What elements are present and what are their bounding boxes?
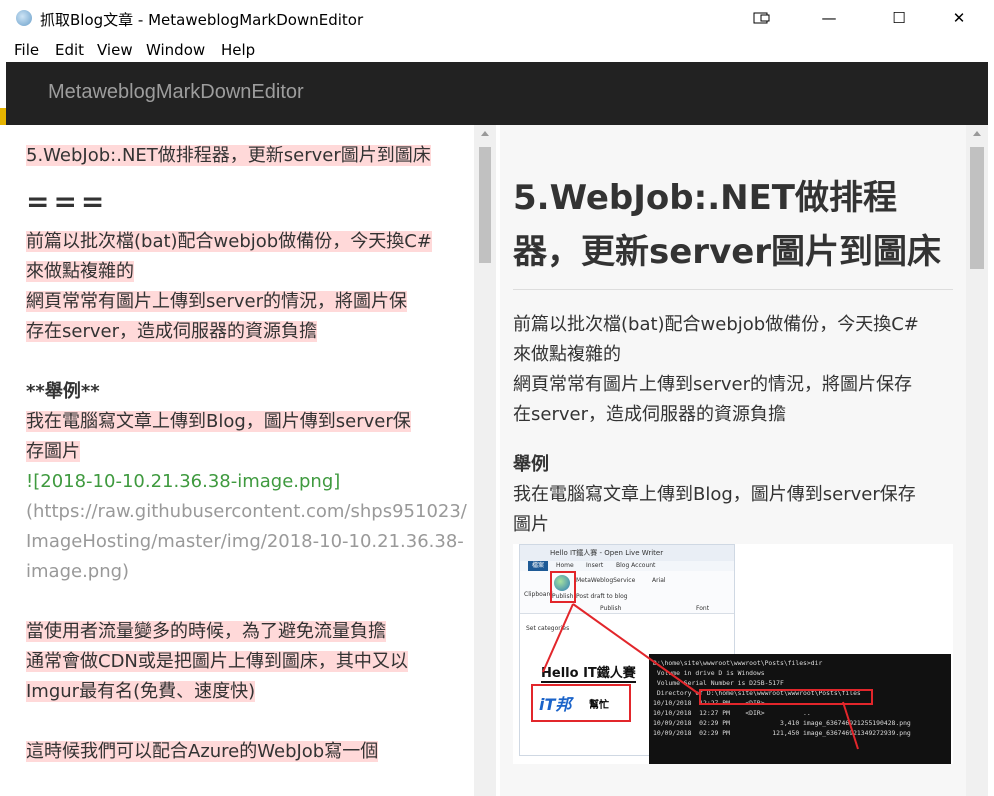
editor-line: 存圖片 bbox=[26, 441, 80, 462]
preview-line: 圖片 bbox=[513, 514, 549, 535]
app-navbar: MetaweblogMarkDownEditor bbox=[6, 62, 988, 125]
menu-edit[interactable]: Edit bbox=[55, 41, 84, 59]
menu-view[interactable]: View bbox=[97, 41, 133, 59]
preview-line: 網頁常常有圖片上傳到server的情況，將圖片保存 bbox=[513, 374, 912, 395]
editor-line: 通常會做CDN或是把圖片上傳到圖床，其中又以 bbox=[26, 651, 408, 672]
app-icon bbox=[16, 10, 32, 26]
menu-window[interactable]: Window bbox=[146, 41, 205, 59]
preview-line: 在server，造成伺服器的資源負擔 bbox=[513, 404, 786, 425]
editor-scroll-thumb[interactable] bbox=[479, 147, 491, 263]
editor-line: 我在電腦寫文章上傳到Blog，圖片傳到server保 bbox=[26, 411, 411, 432]
preview-bold-heading: 舉例 bbox=[513, 454, 549, 475]
editor-scrollbar[interactable] bbox=[474, 125, 496, 796]
editor-line: 前篇以批次檔(bat)配合webjob做備份，今天換C# bbox=[26, 231, 432, 252]
editor-image-url: ImageHosting/master/img/2018-10-10.21.36… bbox=[26, 531, 464, 552]
editor-line: 這時候我們可以配合Azure的WebJob寫一個 bbox=[26, 741, 379, 762]
close-button[interactable]: ✕ bbox=[936, 0, 982, 36]
editor-line: Imgur最有名(免費、速度快) bbox=[26, 681, 256, 702]
scroll-up-icon[interactable] bbox=[973, 131, 981, 136]
menu-help[interactable]: Help bbox=[221, 41, 255, 59]
preview-scrollbar[interactable] bbox=[966, 125, 988, 796]
preview-scroll-thumb[interactable] bbox=[970, 147, 984, 269]
editor-line: 來做點複雜的 bbox=[26, 261, 134, 282]
window-titlebar: 抓取Blog文章 - MetaweblogMarkDownEditor — ☐ … bbox=[0, 0, 994, 36]
menubar: File Edit View Window Help bbox=[0, 36, 994, 62]
left-edge-accent bbox=[0, 108, 6, 125]
editor-line: 存在server，造成伺服器的資源負擔 bbox=[26, 321, 317, 342]
preview-content: 5.WebJob:.NET做排程器，更新server圖片到圖床 前篇以批次檔(b… bbox=[513, 171, 953, 764]
tablet-mode-icon[interactable] bbox=[740, 0, 784, 36]
editor-line: 網頁常常有圖片上傳到server的情況，將圖片保 bbox=[26, 291, 407, 312]
editor-image-url: (https://raw.githubusercontent.com/shps9… bbox=[26, 501, 467, 522]
editor-heading-marker: === bbox=[26, 185, 109, 218]
editor-text[interactable]: 5.WebJob:.NET做排程器，更新server圖片到圖床 === 前篇以批… bbox=[26, 141, 467, 767]
preview-line: 來做點複雜的 bbox=[513, 344, 621, 365]
maximize-button[interactable]: ☐ bbox=[876, 0, 922, 36]
minimize-button[interactable]: — bbox=[806, 0, 852, 36]
markdown-preview: 5.WebJob:.NET做排程器，更新server圖片到圖床 前篇以批次檔(b… bbox=[500, 125, 966, 796]
menu-file[interactable]: File bbox=[14, 41, 39, 59]
preview-line: 前篇以批次檔(bat)配合webjob做備份，今天換C# bbox=[513, 314, 919, 335]
preview-image: Hello IT鐵人賽 - Open Live Writer 檔案 Home I… bbox=[513, 544, 953, 764]
editor-image-alt: ![2018-10-10.21.36.38-image.png] bbox=[26, 471, 341, 492]
annotation-arrows bbox=[542, 603, 859, 750]
window-title: 抓取Blog文章 - MetaweblogMarkDownEditor bbox=[40, 11, 364, 29]
preview-line: 我在電腦寫文章上傳到Blog，圖片傳到server保存 bbox=[513, 484, 916, 505]
editor-line: 當使用者流量變多的時候，為了避免流量負擔 bbox=[26, 621, 386, 642]
markdown-editor[interactable]: 5.WebJob:.NET做排程器，更新server圖片到圖床 === 前篇以批… bbox=[6, 125, 496, 796]
editor-bold-heading: **舉例** bbox=[26, 381, 100, 402]
brand-title[interactable]: MetaweblogMarkDownEditor bbox=[48, 81, 304, 104]
preview-title: 5.WebJob:.NET做排程器，更新server圖片到圖床 bbox=[513, 171, 953, 290]
scroll-up-icon[interactable] bbox=[481, 131, 489, 136]
editor-title-line: 5.WebJob:.NET做排程器，更新server圖片到圖床 bbox=[26, 145, 431, 166]
editor-image-url: image.png) bbox=[26, 561, 130, 582]
